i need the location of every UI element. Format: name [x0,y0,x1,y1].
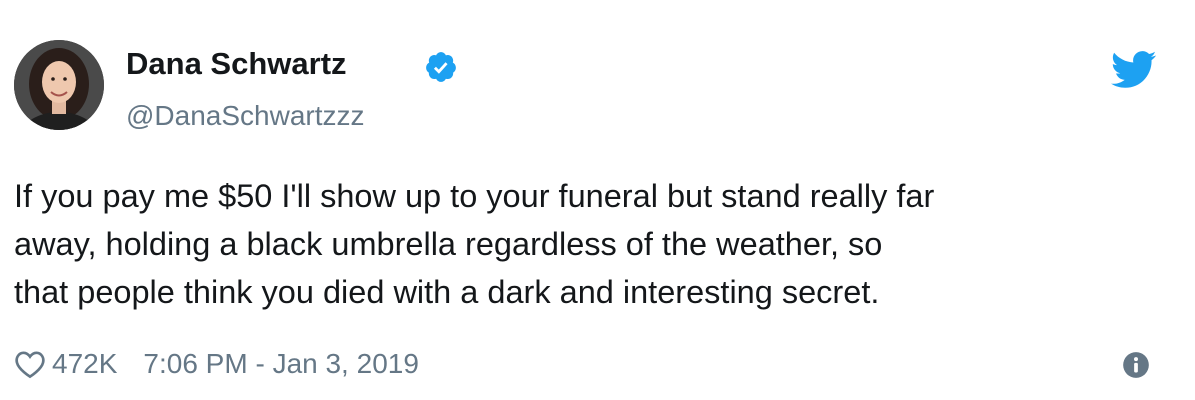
like-count[interactable]: 472K [52,348,117,380]
info-icon[interactable] [1122,351,1150,379]
verified-badge-icon [426,52,456,82]
tweet-timestamp[interactable]: 7:06 PM - Jan 3, 2019 [143,348,419,380]
tweet-text-line: that people think you died with a dark a… [14,274,880,310]
author-avatar[interactable] [14,40,104,130]
heart-icon[interactable] [14,349,46,379]
tweet-text-line: If you pay me $50 I'll show up to your f… [14,178,935,214]
tweet-footer: 472K 7:06 PM - Jan 3, 2019 [14,344,419,384]
embedded-tweet-card: Dana Schwartz @DanaSchwartzzz If you pay… [0,0,1195,400]
author-name[interactable]: Dana Schwartz [126,46,347,82]
tweet-text-line: away, holding a black umbrella regardles… [14,226,883,262]
tweet-text: If you pay me $50 I'll show up to your f… [14,172,1179,316]
avatar-image [14,40,104,130]
author-handle[interactable]: @DanaSchwartzzz [126,99,365,133]
twitter-bird-icon[interactable] [1111,50,1157,90]
